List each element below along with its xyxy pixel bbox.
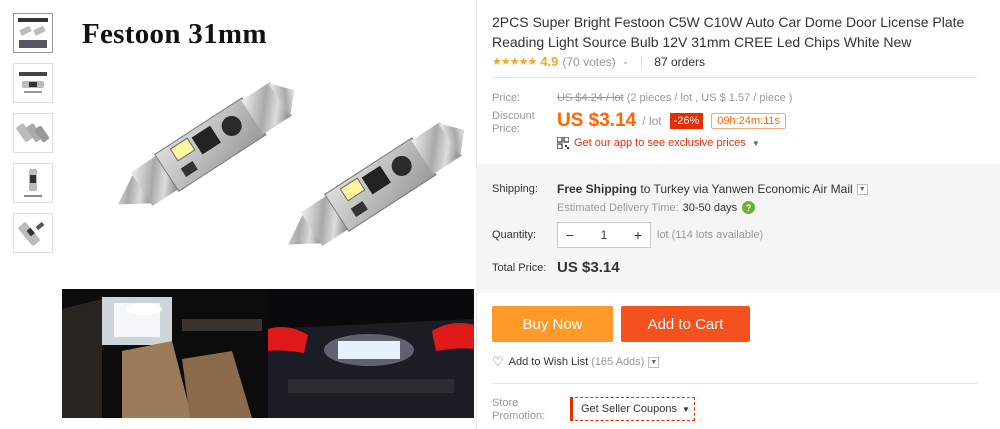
thumbnail-4[interactable] xyxy=(13,163,53,203)
estimated-delivery: Estimated Delivery Time: 30-50 days ? xyxy=(557,201,756,214)
store-promotion-label: Store Promotion: xyxy=(492,397,546,422)
usage-photos xyxy=(62,289,474,418)
decrease-quantity-button[interactable]: − xyxy=(558,223,582,247)
quantity-label: Quantity: xyxy=(492,229,537,241)
discount-badge: -26% xyxy=(669,113,704,129)
thumbnail-1[interactable] xyxy=(13,13,53,53)
app-exclusive-prices-link[interactable]: Get our app to see exclusive prices ▼ xyxy=(557,137,760,149)
original-price: US $4.24 / lot (2 pieces / lot , US $ 1.… xyxy=(557,92,792,104)
license-plate-light-photo xyxy=(268,289,474,418)
star-rating-icon: ★★★★★ xyxy=(492,56,537,68)
image-caption: Festoon 31mm xyxy=(82,18,267,50)
bulb-thumbnail-icon xyxy=(18,221,45,246)
car-interior-photo xyxy=(62,289,268,418)
quantity-input[interactable]: 1 xyxy=(582,228,626,242)
shipping-quantity-block: Shipping: Free Shipping to Turkey via Ya… xyxy=(476,164,1000,293)
add-to-wishlist-link[interactable]: ♡ Add to Wish List (165 Adds) ▼ xyxy=(492,354,660,370)
thumbnail-2[interactable] xyxy=(13,63,53,103)
price-row: US $3.14 / lot -26% 09h:24m:11s xyxy=(557,110,787,132)
thumbnail-strip xyxy=(13,13,55,263)
divider xyxy=(492,383,978,384)
app-promo-text: Get our app to see exclusive prices xyxy=(574,137,746,149)
votes-link[interactable]: (70 votes) xyxy=(562,55,615,69)
chevron-down-icon[interactable]: ⌄ xyxy=(622,56,630,67)
shipping-method[interactable]: Free Shipping to Turkey via Yanwen Econo… xyxy=(557,182,868,196)
shipping-destination: to Turkey via Yanwen Economic Air Mail xyxy=(640,182,853,196)
divider xyxy=(492,77,978,78)
thumbnail-5[interactable] xyxy=(13,213,53,253)
bulb-thumbnail-icon xyxy=(19,72,47,93)
old-price-value: US $4.24 / lot xyxy=(557,92,624,104)
wishlist-adds-count: (165 Adds) xyxy=(591,356,645,368)
product-title: 2PCS Super Bright Festoon C5W C10W Auto … xyxy=(492,14,965,50)
coupon-text: Get Seller Coupons xyxy=(581,403,677,415)
wishlist-text: Add to Wish List xyxy=(508,356,589,368)
bulb-thumbnail-icon xyxy=(24,169,42,197)
shipping-label: Shipping: xyxy=(492,183,538,195)
buy-now-button[interactable]: Buy Now xyxy=(492,306,613,342)
caret-down-icon: ▼ xyxy=(751,138,760,148)
main-product-image[interactable]: Festoon 31mm xyxy=(62,0,474,286)
thumbnail-3[interactable] xyxy=(13,113,53,153)
get-seller-coupons-button[interactable]: Get Seller Coupons ▼ xyxy=(570,397,695,421)
caret-down-icon: ▼ xyxy=(682,404,690,414)
free-shipping-text: Free Shipping xyxy=(557,182,638,196)
estimated-delivery-days: 30-50 days xyxy=(682,201,738,214)
per-lot-unit: / lot xyxy=(642,114,662,128)
total-price-value: US $3.14 xyxy=(557,259,620,276)
bulb-thumbnail-icon xyxy=(18,18,48,48)
countdown-timer: 09h:24m:11s xyxy=(711,113,787,129)
rating-value: 4.9 xyxy=(540,54,559,69)
price-label: Price: xyxy=(492,92,521,104)
add-to-cart-button[interactable]: Add to Cart xyxy=(621,306,750,342)
current-price: US $3.14 xyxy=(557,110,637,131)
orders-count: 87 orders xyxy=(654,54,705,69)
chevron-down-icon[interactable]: ▼ xyxy=(648,356,660,368)
product-info-panel: 2PCS Super Bright Festoon C5W C10W Auto … xyxy=(476,0,1000,429)
help-icon[interactable]: ? xyxy=(742,201,756,214)
chevron-down-icon[interactable]: ▼ xyxy=(856,183,868,195)
quantity-stepper: − 1 + xyxy=(557,222,651,248)
bulb-thumbnail-icon xyxy=(16,123,50,143)
piece-price-note: (2 pieces / lot , US $ 1.57 / piece ) xyxy=(626,92,793,104)
lots-available: lot (114 lots available) xyxy=(657,229,764,241)
rating-row: ★★★★★ 4.9 (70 votes) ⌄ 87 orders xyxy=(492,54,705,69)
estimated-delivery-label: Estimated Delivery Time: xyxy=(557,201,679,214)
divider xyxy=(641,55,643,68)
total-price-label: Total Price: xyxy=(492,262,547,274)
increase-quantity-button[interactable]: + xyxy=(626,223,650,247)
qr-code-icon xyxy=(557,137,569,149)
discount-price-label: Discount Price: xyxy=(492,110,535,135)
heart-icon: ♡ xyxy=(492,354,504,369)
